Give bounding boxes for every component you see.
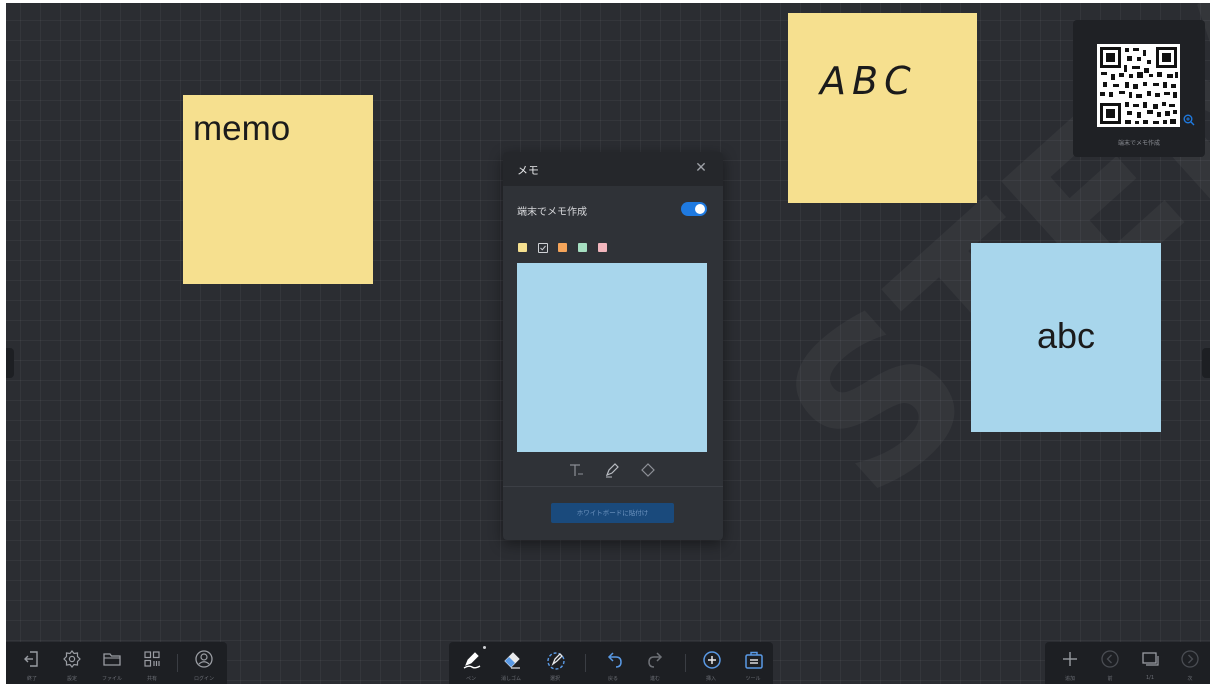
- toolbar-divider: [685, 654, 686, 672]
- sticky-note-abc[interactable]: abc: [971, 243, 1161, 432]
- whiteboard-canvas[interactable]: STEM memo ABC abc: [0, 0, 1215, 684]
- close-icon[interactable]: ✕: [693, 160, 709, 176]
- toolbar-label: 1/1: [1145, 675, 1155, 681]
- zoom-in-icon[interactable]: [1183, 114, 1195, 126]
- sticky-note-memo[interactable]: memo: [183, 95, 373, 284]
- next-page-button[interactable]: 次: [1170, 642, 1210, 684]
- memo-tools: [503, 458, 723, 482]
- pages-icon: [1142, 652, 1159, 666]
- left-toolbar: 終了 設定 ファイル 共有 ログイン: [6, 642, 227, 684]
- eraser-tool-icon[interactable]: [639, 461, 657, 479]
- toolbar-label: 設定: [66, 676, 77, 682]
- screen-border-top: [0, 0, 1215, 3]
- toolbar-label: 戻る: [607, 676, 618, 682]
- redo-button[interactable]: 進む: [635, 642, 675, 684]
- pen-button[interactable]: ペン: [451, 642, 491, 684]
- redo-icon: [648, 652, 663, 668]
- toolbar-label: 追加: [1064, 676, 1075, 682]
- toolbar-label: ログイン: [193, 676, 214, 682]
- gear-icon: [63, 650, 81, 668]
- center-toolbar: ペン 消しゴム 選択 戻る 進む 挿入 ツール: [449, 642, 773, 684]
- toolbar-label: 選択: [549, 676, 560, 682]
- dialog-title: メモ: [517, 164, 539, 177]
- exit-icon: [24, 651, 38, 667]
- sticky-note-text: ABC: [820, 59, 917, 103]
- toolbar-label: 進む: [649, 676, 660, 682]
- check-icon: [540, 245, 546, 251]
- qr-code-panel: 端末でメモ作成: [1073, 20, 1205, 157]
- toolbar-label: 終了: [26, 676, 37, 682]
- toolbar-divider: [585, 654, 586, 672]
- text-tool-icon[interactable]: [567, 461, 585, 479]
- toolbar-label: 挿入: [705, 676, 716, 682]
- toolbox-icon: [745, 651, 763, 669]
- exit-button[interactable]: 終了: [12, 642, 52, 684]
- toolbar-label: 消しゴム: [500, 676, 521, 682]
- left-panel-handle[interactable]: [6, 348, 14, 378]
- user-icon: [195, 650, 213, 668]
- swatch-orange[interactable]: [558, 243, 567, 252]
- toggle-knob: [695, 204, 705, 214]
- undo-icon: [607, 652, 622, 668]
- toolbar-label: 共有: [146, 676, 157, 682]
- sticky-note-abc-handwritten[interactable]: ABC: [788, 13, 977, 203]
- prev-page-button[interactable]: 前: [1090, 642, 1130, 684]
- right-toolbar: 追加 前 1/1 次: [1045, 642, 1210, 684]
- device-memo-toggle[interactable]: [681, 202, 707, 216]
- select-button[interactable]: 選択: [535, 642, 575, 684]
- select-icon: [547, 652, 565, 670]
- eraser-icon: [504, 652, 520, 669]
- pen-indicator-dot: [483, 646, 486, 649]
- right-panel-handle[interactable]: [1202, 348, 1210, 378]
- dialog-divider: [503, 486, 723, 487]
- file-button[interactable]: ファイル: [92, 642, 132, 684]
- toolbar-label: 前: [1107, 676, 1113, 682]
- pen-icon: [463, 652, 481, 669]
- settings-button[interactable]: 設定: [52, 642, 92, 684]
- login-button[interactable]: ログイン: [184, 642, 224, 684]
- pen-tool-icon[interactable]: [603, 461, 621, 479]
- swatch-green[interactable]: [578, 243, 587, 252]
- prev-page-icon: [1101, 650, 1119, 668]
- qr-code: [1097, 44, 1180, 127]
- device-memo-label: 端末でメモ作成: [517, 207, 587, 218]
- sticky-note-text: memo: [193, 109, 291, 148]
- toolbar-divider: [177, 654, 178, 672]
- sticky-note-text: abc: [1037, 315, 1096, 356]
- screen-border-left: [0, 0, 6, 684]
- toolbar-label: ファイル: [101, 676, 122, 682]
- insert-icon: [703, 651, 721, 669]
- add-page-button[interactable]: 追加: [1050, 642, 1090, 684]
- swatch-pink[interactable]: [598, 243, 607, 252]
- dialog-header: メモ ✕: [503, 152, 723, 186]
- plus-icon: [1063, 652, 1077, 666]
- toolbar-label: ツール: [745, 676, 761, 682]
- eraser-button[interactable]: 消しゴム: [491, 642, 531, 684]
- qr-caption: 端末でメモ作成: [1117, 140, 1160, 147]
- tools-button[interactable]: ツール: [733, 642, 773, 684]
- paste-to-whiteboard-button[interactable]: ホワイトボードに貼付け: [551, 503, 674, 523]
- memo-dialog: メモ ✕ 端末でメモ作成 ホワイトボードに貼付け: [503, 152, 723, 540]
- undo-button[interactable]: 戻る: [593, 642, 633, 684]
- insert-button[interactable]: 挿入: [691, 642, 731, 684]
- pages-button[interactable]: 1/1: [1130, 642, 1170, 684]
- swatch-blue-selected[interactable]: [538, 243, 548, 253]
- screen-border-right: [1210, 0, 1215, 684]
- folder-icon: [103, 653, 121, 666]
- toolbar-label: 次: [1187, 676, 1193, 682]
- toolbar-label: ペン: [465, 676, 476, 682]
- memo-preview-canvas[interactable]: [517, 263, 707, 452]
- share-grid-icon: [144, 651, 160, 667]
- swatch-yellow[interactable]: [518, 243, 527, 252]
- next-page-icon: [1181, 650, 1199, 668]
- share-button[interactable]: 共有: [132, 642, 172, 684]
